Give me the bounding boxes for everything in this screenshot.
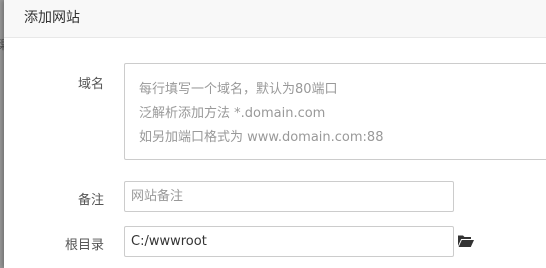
folder-open-icon[interactable]: [458, 234, 474, 248]
add-site-dialog: 添加网站 域名 每行填写一个域名，默认为80端口 泛解析添加方法 *.domai…: [4, 0, 546, 268]
root-dir-input[interactable]: [124, 226, 454, 257]
remark-input[interactable]: [124, 181, 454, 212]
domain-hint-line-1: 每行填写一个域名，默认为80端口: [139, 82, 338, 97]
domain-hint-line-2: 泛解析添加方法 *.domain.com: [139, 106, 326, 121]
domain-label: 域名: [77, 77, 104, 92]
domain-textarea[interactable]: 每行填写一个域名，默认为80端口 泛解析添加方法 *.domain.com 如另…: [124, 63, 546, 160]
root-dir-label: 根目录: [64, 238, 104, 253]
dialog-title: 添加网站: [4, 0, 546, 38]
domain-hint-line-3: 如另加端口格式为 www.domain.com:88: [139, 130, 384, 145]
remark-label: 备注: [77, 193, 104, 208]
